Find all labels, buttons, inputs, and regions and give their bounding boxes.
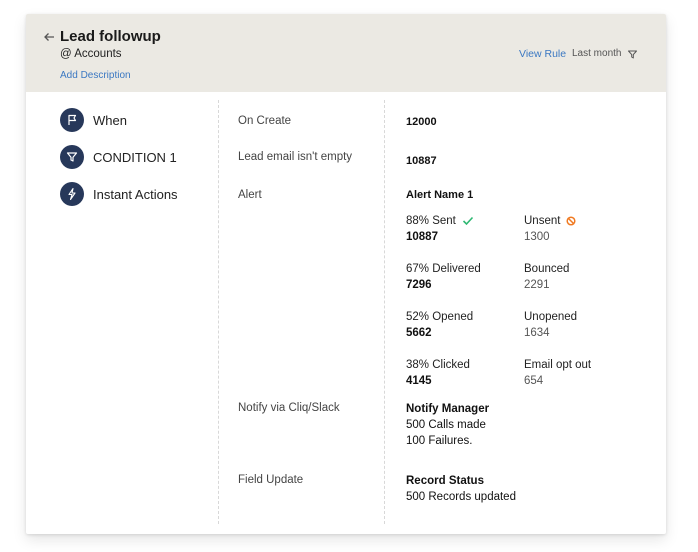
stat-label: 38% Clicked xyxy=(406,359,470,371)
stat-clicked: 38% Clicked 4145 xyxy=(406,357,470,389)
add-description-link[interactable]: Add Description xyxy=(60,70,131,81)
page-title: Lead followup xyxy=(60,28,161,45)
notify-label: Notify via Cliq/Slack xyxy=(238,402,340,414)
condition-label: Lead email isn't empty xyxy=(238,151,353,163)
field-update-details: Record Status 500 Records updated xyxy=(406,473,516,505)
step-when[interactable]: When xyxy=(60,108,127,132)
stat-sent: 88% Sent 10887 xyxy=(406,213,474,245)
stat-label: Bounced xyxy=(524,263,570,275)
field-update-label: Field Update xyxy=(238,474,304,486)
field-update-title: Record Status xyxy=(406,475,484,487)
stat-value: 7296 xyxy=(406,279,432,291)
notify-title: Notify Manager xyxy=(406,403,490,415)
check-icon xyxy=(462,216,473,226)
workflow-report-card: Lead followup @ Accounts Add Description… xyxy=(26,14,666,534)
stat-opt-out: Email opt out 654 xyxy=(524,357,591,389)
notify-details: Notify Manager 500 Calls made 100 Failur… xyxy=(406,401,489,449)
stat-opened: 52% Opened 5662 xyxy=(406,309,473,341)
notify-calls: 500 Calls made xyxy=(406,419,486,431)
alert-name: Alert Name 1 xyxy=(406,189,474,201)
stat-label: Unsent xyxy=(524,215,561,227)
stat-bounced: Bounced 2291 xyxy=(524,261,569,293)
column-divider xyxy=(218,100,219,524)
stat-label: 52% Opened xyxy=(406,311,474,323)
back-arrow-icon[interactable] xyxy=(42,30,56,44)
blocked-icon xyxy=(566,216,576,226)
stat-unopened: Unopened 1634 xyxy=(524,309,577,341)
stat-label: Unopened xyxy=(524,311,578,323)
stat-value: 1634 xyxy=(524,327,550,339)
alert-label: Alert xyxy=(238,189,262,201)
column-divider xyxy=(384,100,385,524)
on-create-count: 12000 xyxy=(406,116,437,128)
view-rule-link[interactable]: View Rule xyxy=(519,48,566,60)
period-dropdown[interactable]: Last month xyxy=(572,48,621,59)
step-label: When xyxy=(93,112,127,128)
stat-value: 5662 xyxy=(406,327,432,339)
stat-value: 1300 xyxy=(524,231,550,243)
flag-icon xyxy=(60,108,84,132)
module-label: @ Accounts xyxy=(60,48,122,60)
card-header: Lead followup @ Accounts Add Description… xyxy=(26,14,666,92)
step-instant-actions[interactable]: Instant Actions xyxy=(60,182,178,206)
stat-label: 67% Delivered xyxy=(406,263,481,275)
stat-unsent: Unsent 1300 xyxy=(524,213,576,245)
step-condition[interactable]: CONDITION 1 xyxy=(60,145,177,169)
stat-label: Email opt out xyxy=(524,359,592,371)
filter-icon[interactable] xyxy=(627,49,638,60)
filter-icon xyxy=(60,145,84,169)
stat-value: 10887 xyxy=(406,231,438,243)
stat-label: 88% Sent xyxy=(406,215,456,227)
step-label: Instant Actions xyxy=(93,186,178,202)
field-update-count: 500 Records updated xyxy=(406,491,516,503)
stat-value: 4145 xyxy=(406,375,432,387)
notify-failures: 100 Failures. xyxy=(406,435,473,447)
step-label: CONDITION 1 xyxy=(93,149,177,165)
on-create-label: On Create xyxy=(238,115,292,127)
lightning-icon xyxy=(60,182,84,206)
stat-value: 2291 xyxy=(524,279,550,291)
condition-count: 10887 xyxy=(406,155,437,167)
stat-delivered: 67% Delivered 7296 xyxy=(406,261,481,293)
stat-value: 654 xyxy=(524,375,544,387)
